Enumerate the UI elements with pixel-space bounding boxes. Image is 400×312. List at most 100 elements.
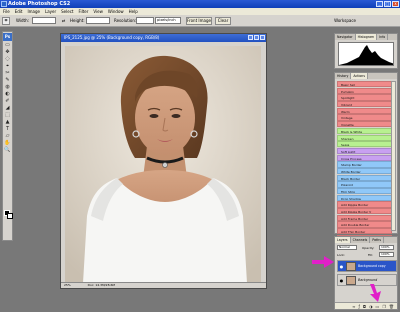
tab-actions[interactable]: Actions (351, 73, 368, 79)
layer-row-background-copy[interactable]: ● Background copy (337, 260, 397, 272)
action-item[interactable]: Add Ripple Border (337, 201, 392, 208)
delete-layer-icon[interactable]: 🗑 (389, 303, 394, 309)
layer-name: Background (358, 278, 378, 282)
front-image-button[interactable]: Front Image (186, 17, 212, 25)
action-item[interactable]: Stamp Border (337, 161, 392, 168)
crop-tool-icon[interactable]: ✂ (3, 70, 12, 77)
doc-close-button[interactable] (260, 35, 265, 40)
link-layers-icon[interactable]: ∞ (352, 303, 355, 309)
tab-paths[interactable]: Paths (370, 237, 384, 243)
layer-mask-icon[interactable]: ◘ (363, 303, 366, 309)
lasso-tool-icon[interactable]: ◌ (3, 56, 12, 63)
menu-select[interactable]: Select (61, 8, 73, 15)
workspace-menu[interactable]: Workspace (334, 18, 356, 23)
action-item[interactable]: White Border (337, 167, 392, 175)
sharpen-tool-icon[interactable]: ▲ (3, 119, 12, 126)
shape-tool-icon[interactable]: ▱ (3, 133, 12, 140)
document-window: IPS_2125.jpg @ 25% (Background copy, RGB… (60, 33, 267, 289)
gradient-tool-icon[interactable]: ◢ (3, 105, 12, 112)
menu-filter[interactable]: Filter (78, 8, 88, 15)
action-item[interactable]: Add Frame Border (337, 214, 392, 222)
units-select[interactable]: pixels/inch (155, 17, 181, 24)
new-layer-icon[interactable]: ❐ (382, 303, 386, 309)
action-item[interactable]: Add Thin Border (337, 228, 392, 235)
actions-scrollbar[interactable] (391, 81, 396, 231)
layer-row-background[interactable]: ● Background (337, 274, 397, 286)
action-item[interactable]: Warm (337, 107, 392, 115)
menu-window[interactable]: Window (108, 8, 124, 15)
action-item[interactable]: Pumpkin (337, 87, 392, 94)
hand-tool-icon[interactable]: ✋ (3, 140, 12, 147)
menu-layer[interactable]: Layer (45, 8, 56, 15)
action-item[interactable]: Drop Shadow (337, 194, 392, 201)
window-controls: _ □ x (376, 1, 399, 7)
histogram-panel: Navigator Histogram Info (334, 33, 398, 69)
action-item[interactable]: Black Border (337, 174, 392, 181)
menu-view[interactable]: View (93, 8, 103, 15)
action-item[interactable]: Soft Light (337, 147, 392, 155)
action-item[interactable]: Sharpen (337, 134, 392, 141)
layer-thumbnail (346, 262, 356, 271)
menu-file[interactable]: File (3, 8, 10, 15)
tab-history[interactable]: History (335, 73, 352, 79)
action-item[interactable]: Sepia (337, 141, 392, 148)
menu-edit[interactable]: Edit (15, 8, 23, 15)
action-item[interactable]: Polaroid (337, 181, 392, 188)
document-window-controls (248, 35, 265, 40)
menu-image[interactable]: Image (27, 8, 40, 15)
width-input[interactable] (32, 17, 56, 24)
magic-wand-tool-icon[interactable]: ⌖ (3, 63, 12, 70)
minimize-button[interactable]: _ (376, 1, 383, 7)
brush-tool-icon[interactable]: ✎ (3, 77, 12, 84)
maximize-button[interactable]: □ (384, 1, 391, 7)
action-item[interactable]: Basic Set (337, 81, 392, 88)
tab-info[interactable]: Info (377, 34, 389, 40)
document-title-bar[interactable]: IPS_2125.jpg @ 25% (Background copy, RGB… (61, 34, 266, 42)
action-item[interactable]: Vignette (337, 121, 392, 128)
pen-tool-icon[interactable]: ✐ (3, 98, 12, 105)
resolution-input[interactable] (136, 17, 154, 24)
menu-help[interactable]: Help (129, 8, 138, 15)
background-color-swatch[interactable] (7, 213, 13, 219)
image-canvas[interactable] (65, 46, 261, 283)
action-item[interactable]: Vintage (337, 114, 392, 121)
opacity-input[interactable]: 100% (379, 245, 394, 250)
title-bar: Adobe Photoshop CS2 _ □ x (0, 0, 400, 8)
fill-label: Fill: (368, 253, 374, 257)
swap-icon[interactable]: ⇄ (62, 18, 65, 23)
tab-histogram[interactable]: Histogram (355, 34, 378, 40)
new-group-icon[interactable]: ▭ (376, 303, 380, 309)
action-item[interactable]: Film Strip (337, 188, 392, 195)
action-item[interactable]: Add Double Border (337, 221, 392, 228)
type-tool-icon[interactable]: T (3, 126, 12, 133)
crop-tool-icon[interactable]: ⌗ (2, 17, 10, 25)
eye-icon[interactable]: ● (339, 264, 344, 269)
eraser-tool-icon[interactable]: ⬚ (3, 112, 12, 119)
clear-button[interactable]: Clear (215, 17, 231, 25)
tab-navigator[interactable]: Navigator (335, 34, 356, 40)
adjustment-layer-icon[interactable]: ◑ (369, 303, 373, 309)
action-item[interactable]: Add Ripple Border V (337, 208, 392, 215)
doc-maximize-button[interactable] (254, 35, 259, 40)
tab-layers[interactable]: Layers (335, 237, 351, 243)
tab-channels[interactable]: Channels (351, 237, 371, 243)
zoom-tool-icon[interactable]: 🔍 (3, 147, 12, 154)
action-item[interactable]: Spotlight (337, 94, 392, 101)
marquee-tool-icon[interactable]: ▭ (3, 42, 12, 49)
dodge-tool-icon[interactable]: ◐ (3, 91, 12, 98)
action-item[interactable]: Cross Process (337, 154, 392, 161)
layer-style-icon[interactable]: ƒ (358, 303, 359, 309)
eye-icon[interactable]: ● (339, 278, 344, 283)
blend-mode-select[interactable]: Normal (337, 245, 357, 250)
action-item[interactable]: Vibrant (337, 101, 392, 108)
clone-stamp-tool-icon[interactable]: ◍ (3, 84, 12, 91)
move-tool-icon[interactable]: ✥ (3, 49, 12, 56)
height-input[interactable] (86, 17, 110, 24)
histogram-curve (339, 45, 393, 65)
doc-minimize-button[interactable] (248, 35, 253, 40)
close-button[interactable]: x (392, 1, 399, 7)
fill-input[interactable]: 100% (379, 252, 394, 257)
action-item[interactable]: Black & White (337, 127, 392, 135)
lock-label: Lock: (337, 253, 345, 257)
zoom-level[interactable]: 25% (64, 283, 71, 287)
